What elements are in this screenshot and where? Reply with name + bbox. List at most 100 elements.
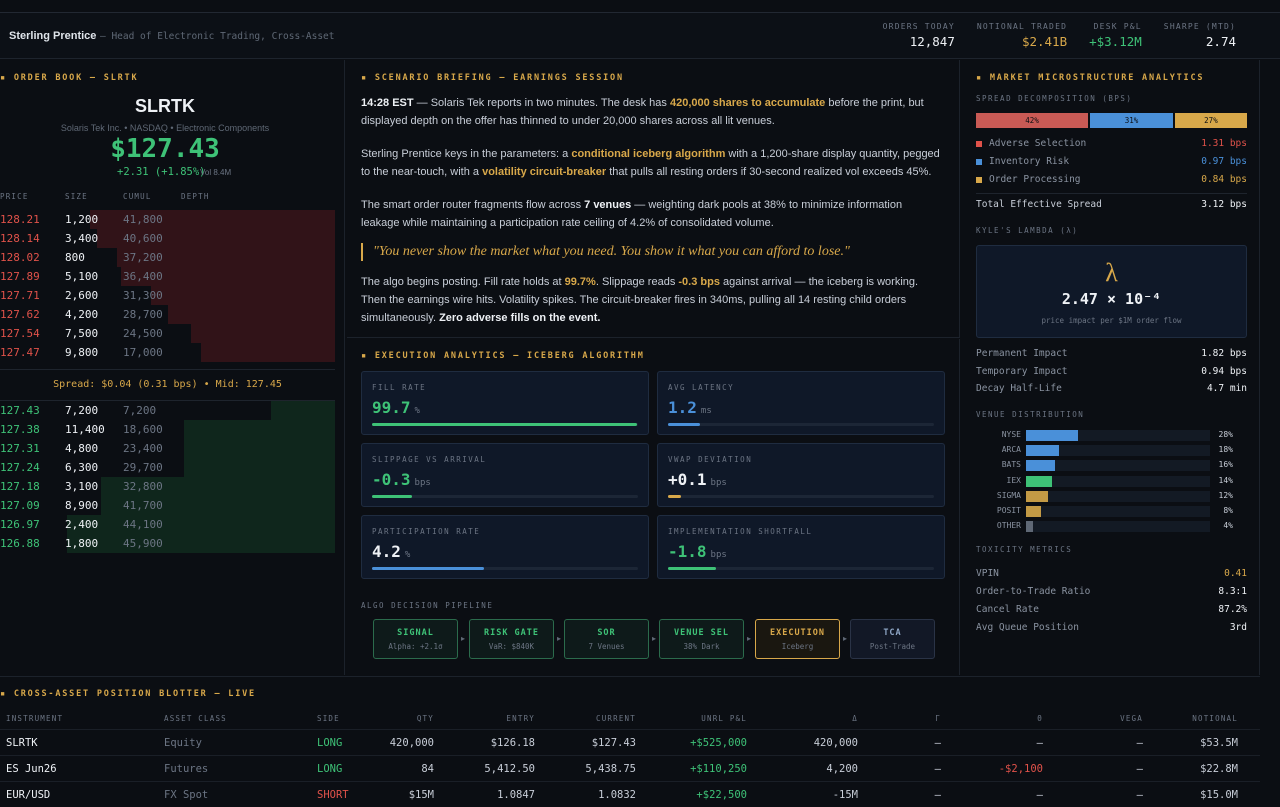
metric-unit: bps [414, 478, 431, 488]
venue-name: IEX [1006, 475, 1021, 485]
bid-row[interactable]: 126.97 2,400 44,100 [0, 515, 335, 534]
kpi-label: NOTIONAL TRADED [976, 22, 1068, 31]
bid-row[interactable]: 127.24 6,300 29,700 [0, 458, 335, 477]
briefing-p2: Sterling Prentice keys in the parameters… [361, 148, 940, 178]
venue-track [1026, 475, 1210, 487]
cumul: 40,600 [123, 232, 163, 245]
venue-track [1026, 506, 1210, 517]
pipeline-step-execution[interactable]: EXECUTION Iceberg [755, 619, 840, 659]
venue-bar [1026, 460, 1056, 472]
ask-price: 127.71 [0, 289, 40, 302]
briefing-p3: The smart order router fragments flow ac… [361, 199, 903, 229]
bid-row[interactable]: 127.43 7,200 7,200 [0, 401, 335, 420]
ask-price: 128.14 [0, 232, 40, 245]
cumul: 31,300 [123, 289, 163, 302]
ask-row[interactable]: 128.14 3,400 40,600 [0, 229, 335, 248]
metric-fill [372, 423, 638, 426]
bid-row[interactable]: 127.31 4,800 23,400 [0, 439, 335, 458]
depth-bar [150, 286, 335, 305]
depth-bar [184, 439, 335, 458]
venue-bar [1026, 430, 1078, 441]
blotter-col: Γ [935, 714, 941, 723]
metric-unit: bps [710, 478, 727, 488]
metric-fill [668, 423, 700, 426]
pipeline-step-risk-gate[interactable]: RISK GATE VaR: $840K [469, 619, 554, 659]
size: 9,800 [65, 346, 99, 359]
ask-price: 128.02 [0, 251, 40, 264]
kyle-lambda-desc: price impact per $1M order flow [1041, 316, 1182, 325]
cumul: 18,600 [123, 423, 163, 436]
pipeline-step-signal[interactable]: SIGNAL Alpha: +2.1σ [373, 619, 458, 659]
toxicity-value: 3rd [1229, 622, 1247, 633]
metric-track [668, 423, 934, 426]
toxicity-row: Avg Queue Position 3rd [976, 622, 1247, 633]
spread-component: Inventory Risk 0.97 bps [976, 156, 1247, 167]
ask-row[interactable]: 128.21 1,200 41,800 [0, 210, 335, 229]
cumul: 28,700 [123, 308, 163, 321]
pipeline-title: SOR [597, 628, 616, 638]
blotter-col: ASSET CLASS [164, 714, 227, 723]
cumul: 36,400 [123, 270, 163, 283]
spread-mid: Spread: $0.04 (0.31 bps) • Mid: 127.45 [0, 369, 335, 401]
impact-value: 0.94 bps [1201, 365, 1247, 377]
toxicity-row: VPIN 0.41 [976, 568, 1247, 579]
pipeline-step-sor[interactable]: SOR 7 Venues [564, 619, 649, 659]
col-cumul: CUMUL [123, 192, 152, 201]
ask-row[interactable]: 127.71 2,600 31,300 [0, 286, 335, 305]
size: 6,300 [65, 461, 99, 474]
venue-pct: 16% [1218, 460, 1233, 470]
briefing-title: ▪ SCENARIO BRIEFING — EARNINGS SESSION [361, 73, 624, 83]
order-book-title: ▪ ORDER BOOK — SLRTK [0, 73, 139, 83]
pipeline-step-tca[interactable]: TCA Post-Trade [850, 619, 935, 659]
scenario-briefing: ▪ SCENARIO BRIEFING — EARNINGS SESSION 1… [347, 60, 960, 338]
execution-title: ▪ EXECUTION ANALYTICS — ICEBERG ALGORITH… [361, 351, 645, 361]
blotter-cell: — [1036, 737, 1043, 749]
pipeline-title: TCA [883, 628, 902, 638]
bid-row[interactable]: 127.18 3,100 32,800 [0, 477, 335, 496]
kpi-2: DESK P&L +$3.12M [1089, 22, 1142, 49]
toxicity-value: 0.41 [1224, 568, 1247, 579]
toxicity-row: Cancel Rate 87.2% [976, 604, 1247, 615]
blotter-cell: $53.5M [1200, 737, 1238, 749]
arrow-right-icon: ▸ [652, 634, 657, 643]
blotter-cell: — [1136, 737, 1143, 749]
ask-row[interactable]: 127.89 5,100 36,400 [0, 267, 335, 286]
blotter-cell: Equity [164, 737, 202, 749]
blotter-cell: $15M [408, 789, 434, 801]
metric-fill [668, 495, 682, 498]
briefing-p4: The algo begins posting. Fill rate holds… [361, 276, 919, 324]
blotter-row[interactable]: ES Jun26 Futures LONG 84 5,412.50 5,438.75 +$1… [0, 755, 1260, 781]
company-info: Solaris Tek Inc. • NASDAQ • Electronic C… [60, 123, 270, 133]
venue-name: OTHER [996, 521, 1021, 531]
metric-value: 1.2 ms [668, 398, 712, 417]
ask-row[interactable]: 128.02 800 37,200 [0, 248, 335, 267]
microstructure-title: ▪ MARKET MICROSTRUCTURE ANALYTICS [976, 73, 1205, 83]
impact-value: 1.82 bps [1201, 348, 1247, 359]
bid-row[interactable]: 126.88 1,800 45,900 [0, 534, 335, 553]
pipeline-step-venue-sel[interactable]: VENUE SEL 38% Dark [659, 619, 744, 659]
bid-row[interactable]: 127.38 11,400 18,600 [0, 420, 335, 439]
legend-square [976, 140, 982, 147]
pipeline-sub: VaR: $840K [488, 642, 535, 651]
blotter-row[interactable]: SLRTK Equity LONG 420,000 $126.18 $127.43 +$52… [0, 729, 1260, 755]
kpi-label: DESK P&L [1093, 22, 1142, 31]
ask-row[interactable]: 127.47 9,800 17,000 [0, 343, 335, 362]
metric-label: VWAP DEVIATION [668, 455, 753, 464]
blotter-cell: $127.43 [591, 737, 636, 749]
total-spread: Total Effective Spread 3.12 bps [976, 199, 1247, 210]
venue-track [1026, 445, 1210, 457]
metric-label: SLIPPAGE VS ARRIVAL [372, 455, 487, 464]
blotter-title: ▪ CROSS-ASSET POSITION BLOTTER — LIVE [0, 689, 256, 699]
venue-row: POSIT 8% [976, 505, 1247, 518]
depth-bar [67, 515, 335, 534]
ask-row[interactable]: 127.54 7,500 24,500 [0, 324, 335, 343]
impact-name: Decay Half-Life [976, 383, 1062, 394]
blotter-cell: 420,000 [813, 737, 858, 749]
bid-row[interactable]: 127.09 8,900 41,700 [0, 496, 335, 515]
user-role: — Head of Electronic Trading, Cross-Asse… [100, 31, 335, 42]
price-change: +2.31 (+1.85%) [117, 166, 206, 178]
ask-row[interactable]: 127.62 4,200 28,700 [0, 305, 335, 324]
size: 7,200 [65, 404, 99, 417]
venue-row: ARCA 18% [976, 444, 1247, 457]
blotter-row[interactable]: EUR/USD FX Spot SHORT $15M 1.0847 1.0832 +$22,… [0, 781, 1260, 807]
